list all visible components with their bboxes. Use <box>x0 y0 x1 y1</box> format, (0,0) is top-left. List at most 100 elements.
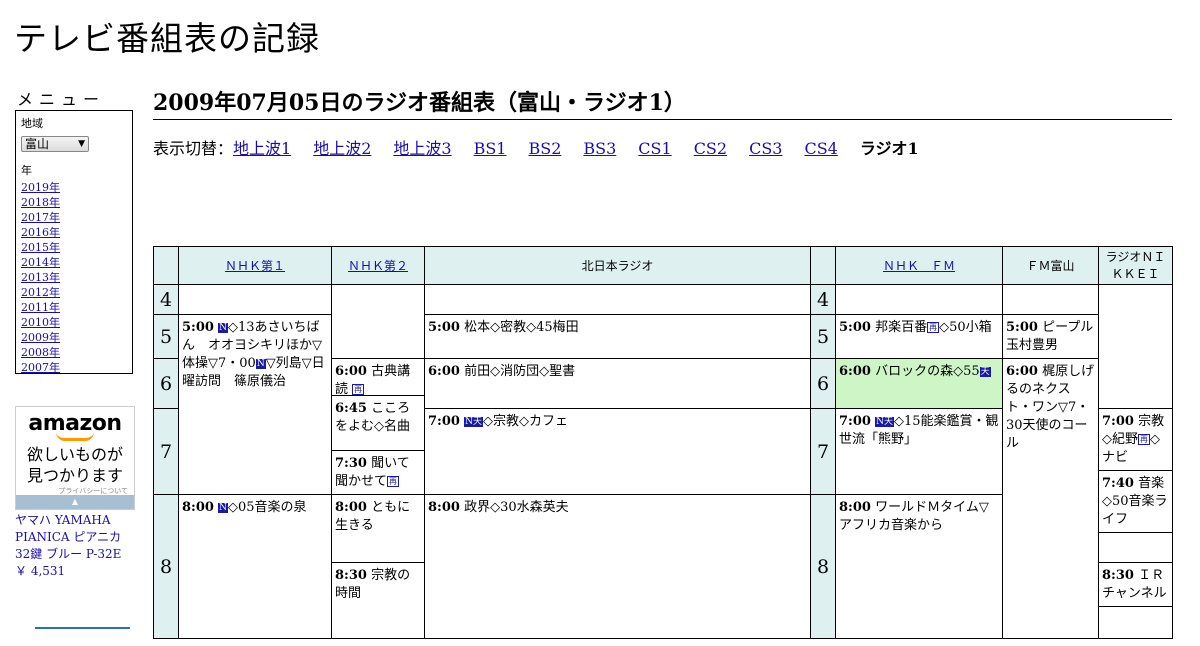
program-cell[interactable]: 6:00 梶原しげるのネクスト・ワン▽7・30天使のコール <box>1002 358 1099 639</box>
program-cell[interactable]: 5:00 N◇13あさいちばん オオヨシキリほか▽体操▽7・00N▽列島▽日曜訪… <box>178 314 332 495</box>
program-cell[interactable]: 7:00 N天◇15能楽鑑賞・観世流「熊野」 <box>835 408 1003 495</box>
ten-badge-icon: 天 <box>979 366 991 377</box>
year-link-2008[interactable]: 2008年 <box>21 345 127 360</box>
amazon-ad-banner[interactable]: amazon 欲しいものが 見つかります プライバシーについて ▲ <box>15 406 135 510</box>
program-cell[interactable]: 7:00 宗教◇紀野再 ◇ナビ <box>1098 408 1173 471</box>
channel-header-nhk2: ＮＨＫ第２ <box>331 246 425 285</box>
program-time: 7:00 <box>1102 414 1134 429</box>
program-title-cont: ◇50小箱 <box>939 320 992 335</box>
channel-header-nhkfm: ＮＨＫ ＦＭ <box>835 246 1003 285</box>
site-title: テレビ番組表の記録 <box>14 19 320 58</box>
program-cell[interactable]: 6:00 前田◇消防団◇聖書 <box>424 358 811 409</box>
switch-current: ラジオ1 <box>859 139 919 158</box>
hour-label: 7 <box>810 408 836 495</box>
program-time: 8:30 <box>335 568 367 583</box>
switch-link-bs1[interactable]: BS1 <box>474 139 507 158</box>
program-cell[interactable]: 7:00 N天◇宗教◇カフェ <box>424 408 811 495</box>
corner-cell <box>153 246 179 285</box>
year-link-2012[interactable]: 2012年 <box>21 285 127 300</box>
switch-link-cs3[interactable]: CS3 <box>749 139 782 158</box>
program-cell[interactable]: 8:00 ともに生きる <box>331 494 425 563</box>
year-link-2007[interactable]: 2007年 <box>21 360 127 375</box>
channel-link-nhkfm[interactable]: ＮＨＫ ＦＭ <box>883 259 955 273</box>
program-title: 政界◇30水森英夫 <box>464 500 569 515</box>
program-cell[interactable]: 8:30 宗教の時間 <box>331 562 425 639</box>
empty-slot <box>1002 284 1099 315</box>
year-label: 年 <box>21 164 32 177</box>
n-ten-badge-icon: N天 <box>875 416 894 427</box>
region-select[interactable]: 富山 ▼ <box>21 135 89 152</box>
switch-link-cs2[interactable]: CS2 <box>694 139 727 158</box>
year-link-2015[interactable]: 2015年 <box>21 240 127 255</box>
year-link-2013[interactable]: 2013年 <box>21 270 127 285</box>
program-cell[interactable]: 7:30 聞いて聞かせて再 <box>331 450 425 495</box>
hour-label: 8 <box>810 494 836 639</box>
program-cell[interactable]: 8:00 ワールドＭタイム▽アフリカ音楽から <box>835 494 1003 639</box>
program-time: 6:45 <box>335 401 367 416</box>
program-cell-current[interactable]: 6:00 バロックの森◇55天 <box>835 358 1003 409</box>
product-price: ￥ 4,531 <box>15 564 66 578</box>
channel-name-fmtoyama: ＦＭ富山 <box>1026 259 1075 273</box>
channel-name-knb: 北日本ラジオ <box>581 259 654 273</box>
year-link-2011[interactable]: 2011年 <box>21 300 127 315</box>
switch-link-cs4[interactable]: CS4 <box>804 139 837 158</box>
program-cell[interactable]: 6:00 古典講読 再 <box>331 358 425 396</box>
program-cell[interactable]: 6:45 こころをよむ◇名曲 <box>331 395 425 451</box>
empty-slot <box>1098 532 1173 563</box>
empty-slot <box>1098 606 1173 639</box>
year-link-2016[interactable]: 2016年 <box>21 225 127 240</box>
year-link-2014[interactable]: 2014年 <box>21 255 127 270</box>
program-cell[interactable]: 8:00 N◇05音楽の泉 <box>178 494 332 639</box>
program-cell[interactable]: 8:00 政界◇30水森英夫 <box>424 494 811 639</box>
switcher-label: 表示切替： <box>153 139 234 158</box>
channel-link-nhk2[interactable]: ＮＨＫ第２ <box>348 259 408 273</box>
program-time: 7:40 <box>1102 476 1134 491</box>
program-cell[interactable]: 7:40 音楽◇50音楽ライフ <box>1098 470 1173 533</box>
ad-expand-bar[interactable]: ▲ <box>16 495 134 509</box>
channel-link-nhk1[interactable]: ＮＨＫ第１ <box>225 259 285 273</box>
program-time: 6:00 <box>335 364 367 379</box>
rerun-badge-icon: 再 <box>1138 434 1150 445</box>
year-link-2009[interactable]: 2009年 <box>21 330 127 345</box>
empty-slot <box>178 284 332 315</box>
empty-slot <box>331 284 425 359</box>
program-title: バロックの森◇55 <box>875 364 980 379</box>
corner-cell-2 <box>810 246 836 285</box>
switch-link-bs2[interactable]: BS2 <box>528 139 561 158</box>
switch-link-terrestrial1[interactable]: 地上波1 <box>233 139 291 158</box>
n-ten-badge-icon: N天 <box>464 416 483 427</box>
switch-link-cs1[interactable]: CS1 <box>638 139 671 158</box>
program-cell[interactable]: 5:00 邦楽百番再 ◇50小箱 <box>835 314 1003 359</box>
program-time: 7:30 <box>335 456 367 471</box>
switch-link-terrestrial2[interactable]: 地上波2 <box>313 139 371 158</box>
hour-label: 6 <box>153 358 179 409</box>
switch-link-bs3[interactable]: BS3 <box>583 139 616 158</box>
program-time: 8:00 <box>182 500 214 515</box>
ad-product-link[interactable]: ヤマハ YAMAHA PIANICA ピアニカ 32鍵 ブルー P-32E ￥ … <box>15 512 140 580</box>
program-time: 6:00 <box>428 364 460 379</box>
empty-slot <box>835 284 1003 315</box>
ad-copy: 欲しいものが 見つかります <box>16 444 134 486</box>
channel-header-knb: 北日本ラジオ <box>424 246 811 285</box>
menu-title: メニュー <box>17 90 106 109</box>
year-link-2019[interactable]: 2019年 <box>21 180 127 195</box>
program-title: ◇宗教◇カフェ <box>482 414 568 429</box>
program-cell[interactable]: 5:00 ピープル 玉村豊男 <box>1002 314 1099 359</box>
region-label: 地域 <box>21 117 43 130</box>
region-select-value: 富山 <box>25 137 50 151</box>
hour-label: 4 <box>153 284 179 315</box>
program-time: 8:00 <box>428 500 460 515</box>
year-link-2010[interactable]: 2010年 <box>21 315 127 330</box>
program-cell[interactable]: 8:30 ＩＲチャンネル <box>1098 562 1173 607</box>
hour-label: 5 <box>153 314 179 359</box>
program-cell[interactable]: 5:00 松本◇密教◇45梅田 <box>424 314 811 359</box>
schedule-grid: ＮＨＫ第１ ＮＨＫ第２ 北日本ラジオ ＮＨＫ ＦＭ ＦＭ富山 ラジオＮＩＫＫＥＩ… <box>153 246 1173 646</box>
page-heading: 2009年07月05日のラジオ番組表（富山・ラジオ1） <box>153 85 1172 120</box>
program-time: 6:00 <box>839 364 871 379</box>
n-badge-icon: N <box>218 322 228 333</box>
ad-divider <box>35 627 130 629</box>
year-link-2018[interactable]: 2018年 <box>21 195 127 210</box>
empty-slot <box>1098 284 1173 409</box>
year-link-2017[interactable]: 2017年 <box>21 210 127 225</box>
switch-link-terrestrial3[interactable]: 地上波3 <box>393 139 451 158</box>
